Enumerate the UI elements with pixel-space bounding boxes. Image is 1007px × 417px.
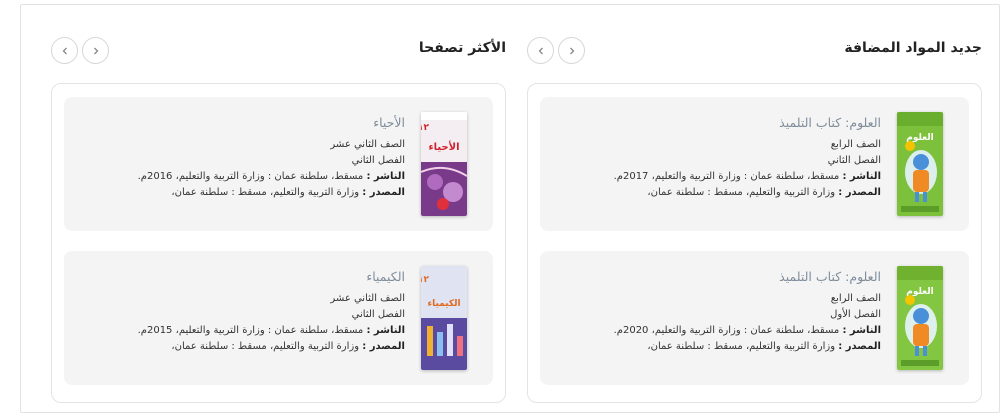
book-cover[interactable]: العلوم bbox=[897, 266, 943, 370]
section-title: جديد المواد المضافة bbox=[844, 40, 982, 56]
new-materials-section: جديد المواد المضافة العلوم العلوم: كتاب … bbox=[527, 5, 982, 414]
book-cover[interactable]: ١٢ الكيمياء bbox=[421, 266, 467, 370]
book-grade: الصف الثاني عشر bbox=[330, 139, 405, 150]
source-value: وزارة التربية والتعليم، مسقط : سلطنة عما… bbox=[647, 187, 836, 198]
next-button[interactable] bbox=[558, 37, 585, 64]
source-label: المصدر : bbox=[838, 187, 881, 198]
book-source: المصدر : وزارة التربية والتعليم، مسقط : … bbox=[546, 185, 881, 201]
book-publisher: الناشر : مسقط، سلطنة عمان : وزارة التربي… bbox=[70, 323, 405, 339]
carousel-nav bbox=[527, 37, 585, 64]
book-publisher: الناشر : مسقط، سلطنة عمان : وزارة التربي… bbox=[546, 323, 881, 339]
book-cover[interactable]: ١٢ الأحياء bbox=[421, 112, 467, 216]
svg-text:١٢: ١٢ bbox=[421, 123, 429, 133]
book-info: العلوم: كتاب التلميذ الصف الرابع الفصل ا… bbox=[546, 268, 881, 355]
book-source: المصدر : وزارة التربية والتعليم، مسقط : … bbox=[70, 185, 405, 201]
next-button[interactable] bbox=[82, 37, 109, 64]
chevron-left-icon bbox=[538, 47, 543, 54]
chevron-right-icon bbox=[569, 47, 574, 54]
book-info: الكيمياء الصف الثاني عشر الفصل الثاني ال… bbox=[70, 268, 405, 355]
book-term: الفصل الثاني bbox=[827, 155, 881, 166]
carousel-nav bbox=[51, 37, 109, 64]
section-header: جديد المواد المضافة bbox=[527, 37, 982, 67]
book-grade: الصف الثاني عشر bbox=[330, 293, 405, 304]
prev-button[interactable] bbox=[527, 37, 554, 64]
book-card[interactable]: العلوم العلوم: كتاب التلميذ الصف الرابع … bbox=[540, 251, 969, 385]
source-label: المصدر : bbox=[838, 341, 881, 352]
book-cover[interactable]: العلوم bbox=[897, 112, 943, 216]
publisher-value: مسقط، سلطنة عمان : وزارة التربية والتعلي… bbox=[137, 325, 364, 336]
source-label: المصدر : bbox=[362, 341, 405, 352]
publisher-label: الناشر : bbox=[366, 171, 405, 182]
book-source: المصدر : وزارة التربية والتعليم، مسقط : … bbox=[70, 339, 405, 355]
publisher-label: الناشر : bbox=[842, 171, 881, 182]
svg-text:الأحياء: الأحياء bbox=[428, 140, 459, 153]
book-term: الفصل الأول bbox=[830, 309, 881, 320]
book-term: الفصل الثاني bbox=[351, 155, 405, 166]
source-label: المصدر : bbox=[362, 187, 405, 198]
publisher-value: مسقط، سلطنة عمان : وزارة التربية والتعلي… bbox=[613, 325, 840, 336]
materials-panel: ١٢ الأحياء الأحياء الصف الثاني عشر الفصل… bbox=[51, 83, 506, 403]
chevron-right-icon bbox=[93, 47, 98, 54]
book-info: العلوم: كتاب التلميذ الصف الرابع الفصل ا… bbox=[546, 114, 881, 201]
book-title[interactable]: الكيمياء bbox=[70, 268, 405, 286]
most-browsed-section: الأكثر تصفحا ١٢ الأحياء bbox=[51, 5, 506, 414]
book-card[interactable]: ١٢ الكيمياء الكيمياء الصف الثاني عشر الف… bbox=[64, 251, 493, 385]
book-term: الفصل الثاني bbox=[351, 309, 405, 320]
section-title: الأكثر تصفحا bbox=[418, 40, 506, 56]
source-value: وزارة التربية والتعليم، مسقط : سلطنة عما… bbox=[171, 187, 360, 198]
publisher-label: الناشر : bbox=[366, 325, 405, 336]
book-title[interactable]: العلوم: كتاب التلميذ bbox=[546, 268, 881, 286]
book-publisher: الناشر : مسقط، سلطنة عمان : وزارة التربي… bbox=[546, 169, 881, 185]
source-value: وزارة التربية والتعليم، مسقط : سلطنة عما… bbox=[647, 341, 836, 352]
publisher-value: مسقط، سلطنة عمان : وزارة التربية والتعلي… bbox=[137, 171, 364, 182]
svg-text:١٢: ١٢ bbox=[421, 275, 429, 285]
book-source: المصدر : وزارة التربية والتعليم، مسقط : … bbox=[546, 339, 881, 355]
book-title[interactable]: الأحياء bbox=[70, 114, 405, 132]
book-publisher: الناشر : مسقط، سلطنة عمان : وزارة التربي… bbox=[70, 169, 405, 185]
book-title[interactable]: العلوم: كتاب التلميذ bbox=[546, 114, 881, 132]
book-grade: الصف الرابع bbox=[830, 293, 881, 304]
book-grade: الصف الرابع bbox=[830, 139, 881, 150]
svg-text:الكيمياء: الكيمياء bbox=[427, 299, 460, 309]
chevron-left-icon bbox=[62, 47, 67, 54]
prev-button[interactable] bbox=[51, 37, 78, 64]
source-value: وزارة التربية والتعليم، مسقط : سلطنة عما… bbox=[171, 341, 360, 352]
section-header: الأكثر تصفحا bbox=[51, 37, 506, 67]
content-frame: جديد المواد المضافة العلوم العلوم: كتاب … bbox=[20, 4, 1000, 413]
materials-panel: العلوم العلوم: كتاب التلميذ الصف الرابع … bbox=[527, 83, 982, 403]
book-card[interactable]: ١٢ الأحياء الأحياء الصف الثاني عشر الفصل… bbox=[64, 97, 493, 231]
book-info: الأحياء الصف الثاني عشر الفصل الثاني الن… bbox=[70, 114, 405, 201]
book-card[interactable]: العلوم العلوم: كتاب التلميذ الصف الرابع … bbox=[540, 97, 969, 231]
publisher-value: مسقط، سلطنة عمان : وزارة التربية والتعلي… bbox=[613, 171, 840, 182]
publisher-label: الناشر : bbox=[842, 325, 881, 336]
